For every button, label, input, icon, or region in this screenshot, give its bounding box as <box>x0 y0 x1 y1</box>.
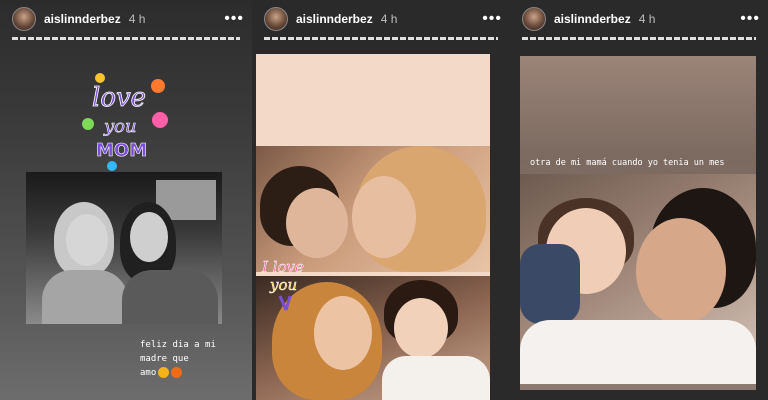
face <box>394 298 448 358</box>
story-caption: otra de mi mamá cuando yo tenia un mes <box>530 158 725 168</box>
sticker-line: I love <box>261 258 304 276</box>
story-progress <box>264 37 498 40</box>
story-photo <box>520 174 756 384</box>
caption-line: amo <box>140 368 157 378</box>
heart-icon <box>82 118 94 130</box>
story-header: aislinnderbez 4 h ••• <box>264 6 502 32</box>
avatar[interactable] <box>12 7 36 31</box>
username[interactable]: aislinnderbez <box>554 12 631 26</box>
timestamp: 4 h <box>128 12 146 26</box>
story-header: aislinnderbez 4 h ••• <box>12 6 244 32</box>
sticker-line: you <box>269 276 297 294</box>
more-dots-icon[interactable]: ••• <box>482 11 502 27</box>
more-dots-icon[interactable]: ••• <box>740 11 760 27</box>
heart-eyes-emoji-icon <box>171 367 183 378</box>
heart-icon <box>107 161 117 171</box>
story-photo <box>26 172 222 324</box>
sign-icon <box>278 295 292 311</box>
face <box>352 176 416 258</box>
username[interactable]: aislinnderbez <box>44 12 121 26</box>
i-love-you-sticker: I love you <box>261 258 304 311</box>
shoulders <box>122 270 218 324</box>
story-progress <box>12 37 240 40</box>
more-dots-icon[interactable]: ••• <box>224 11 244 27</box>
sticker-line: MOM <box>96 140 147 161</box>
avatar[interactable] <box>522 7 546 31</box>
story-content: I love you <box>256 54 490 400</box>
heart-icon <box>95 73 105 83</box>
story-panel-2[interactable]: aislinnderbez 4 h ••• I love you <box>252 0 510 400</box>
face <box>66 214 108 266</box>
username[interactable]: aislinnderbez <box>296 12 373 26</box>
shoulders <box>42 270 128 324</box>
avatar[interactable] <box>264 7 288 31</box>
caption-line: madre que <box>140 354 189 364</box>
story-progress <box>522 37 756 40</box>
story-caption: feliz dia a mi madre que amo <box>140 338 236 380</box>
story-panel-3[interactable]: aislinnderbez 4 h ••• otra de mi mamá cu… <box>510 0 768 400</box>
caption-line: feliz dia a mi <box>140 340 216 350</box>
baby-clothes <box>520 244 580 324</box>
sticker-line: you <box>103 116 137 137</box>
sticker-line: love <box>92 83 146 113</box>
heart-icon <box>151 79 165 93</box>
smiling-hearts-emoji-icon <box>158 367 170 378</box>
heart-icon <box>152 112 168 128</box>
timestamp: 4 h <box>380 12 398 26</box>
story-content: love you MOM feliz dia a mi madre que am… <box>12 48 236 400</box>
story-content: otra de mi mamá cuando yo tenia un mes <box>520 56 756 390</box>
story-header: aislinnderbez 4 h ••• <box>522 6 760 32</box>
love-you-mom-sticker: love you MOM <box>82 73 168 171</box>
face <box>636 218 726 324</box>
blanket <box>520 320 756 384</box>
shirt <box>382 356 490 400</box>
timestamp: 4 h <box>638 12 656 26</box>
face <box>286 188 348 258</box>
face <box>130 212 168 262</box>
story-panel-1[interactable]: aislinnderbez 4 h ••• love you MOM feliz… <box>0 0 252 400</box>
